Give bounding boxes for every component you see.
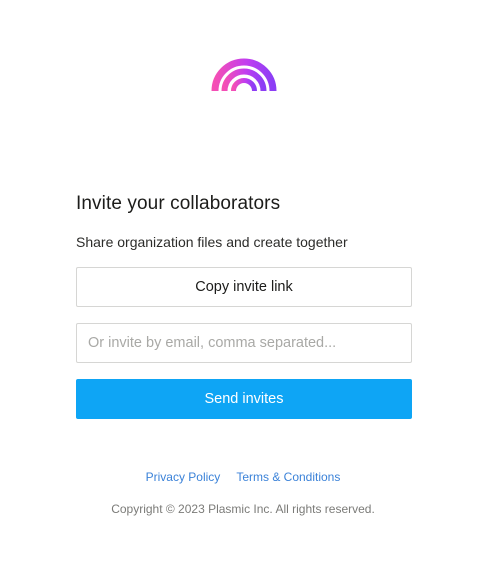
plasmic-logo-icon (211, 57, 277, 91)
page-subtitle: Share organization files and create toge… (76, 234, 348, 250)
send-invites-button[interactable]: Send invites (76, 379, 412, 419)
invite-panel: Invite your collaborators Share organiza… (76, 191, 412, 419)
send-invites-label: Send invites (204, 391, 284, 407)
terms-conditions-link[interactable]: Terms & Conditions (236, 469, 340, 485)
page-title: Invite your collaborators (76, 193, 281, 214)
privacy-policy-link[interactable]: Privacy Policy (146, 469, 221, 485)
copy-invite-link-label: Copy invite link (195, 279, 293, 295)
rainbow-logo-graphic (211, 58, 277, 91)
copyright-text: Copyright © 2023 Plasmic Inc. All rights… (111, 502, 375, 516)
footer-links: Privacy Policy Terms & Conditions (0, 469, 486, 485)
copy-invite-link-button[interactable]: Copy invite link (76, 267, 412, 307)
invite-email-input[interactable] (76, 323, 412, 363)
